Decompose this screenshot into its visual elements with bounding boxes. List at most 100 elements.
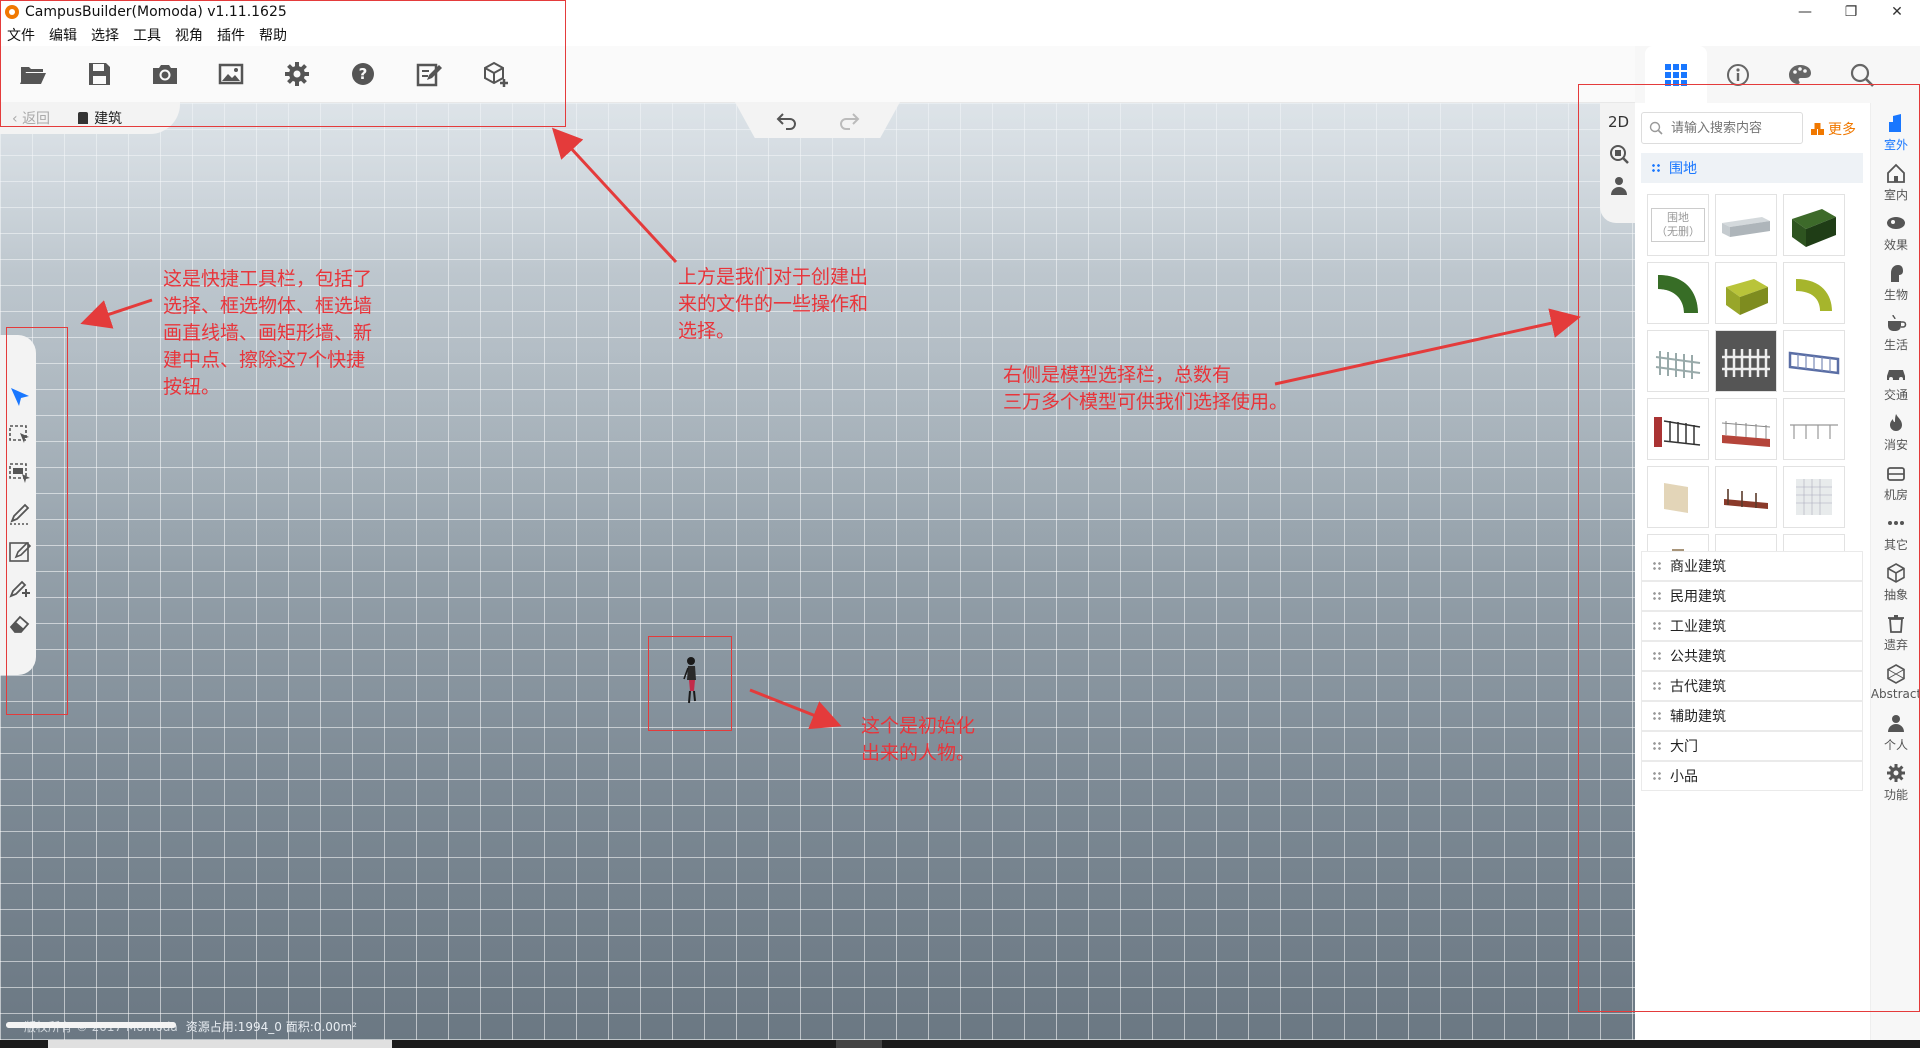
category-gate[interactable]: 大门 bbox=[1641, 731, 1863, 761]
grid-dots-icon bbox=[1652, 771, 1662, 781]
beige-panel-icon bbox=[1664, 483, 1688, 513]
grid-dots-icon bbox=[1652, 741, 1662, 751]
tab-info[interactable] bbox=[1707, 46, 1769, 103]
taskbar-search[interactable] bbox=[48, 1040, 392, 1048]
model-thumb-railing[interactable] bbox=[1783, 330, 1845, 392]
grid-dots-icon bbox=[1651, 163, 1661, 173]
category-active[interactable]: 围地 bbox=[1641, 153, 1863, 183]
model-thumb-thin-railing[interactable] bbox=[1783, 398, 1845, 460]
function-gear-icon bbox=[1887, 763, 1905, 782]
rail-label: 抽象 bbox=[1883, 587, 1908, 602]
model-thumb-wood-fence[interactable] bbox=[1715, 466, 1777, 528]
tab-models[interactable] bbox=[1645, 46, 1707, 103]
image-button[interactable] bbox=[198, 46, 264, 102]
save-button[interactable] bbox=[66, 46, 132, 102]
category-ancient[interactable]: 古代建筑 bbox=[1641, 671, 1863, 701]
hedge-yellow-curve-icon bbox=[1796, 279, 1832, 311]
3d-viewport[interactable] bbox=[0, 103, 1635, 1040]
category-sketch[interactable]: 小品 bbox=[1641, 761, 1863, 791]
minimize-button[interactable]: — bbox=[1782, 0, 1828, 24]
select-arrow-icon[interactable] bbox=[8, 385, 32, 409]
menu-edit[interactable]: 编辑 bbox=[42, 25, 84, 45]
draw-line-wall-icon[interactable] bbox=[8, 501, 32, 525]
tab-palette[interactable] bbox=[1769, 46, 1831, 103]
box-select-wall-icon[interactable] bbox=[8, 461, 32, 485]
edit-note-icon bbox=[416, 63, 442, 87]
draw-rect-wall-icon[interactable] bbox=[8, 539, 32, 563]
menu-view[interactable]: 视角 bbox=[168, 25, 210, 45]
more-button[interactable]: 更多 bbox=[1810, 119, 1856, 139]
rail-function[interactable]: 功能 bbox=[1871, 753, 1920, 811]
new-midpoint-icon[interactable] bbox=[8, 575, 32, 599]
railing-icon bbox=[1788, 351, 1840, 375]
category-commercial[interactable]: 商业建筑 bbox=[1641, 551, 1863, 581]
person-model[interactable] bbox=[680, 655, 700, 705]
rail-label: 机房 bbox=[1883, 487, 1908, 502]
category-auxiliary[interactable]: 辅助建筑 bbox=[1641, 701, 1863, 731]
os-taskbar bbox=[0, 1040, 1920, 1048]
model-thumb-mesh[interactable] bbox=[1783, 466, 1845, 528]
taskbar-app[interactable] bbox=[836, 1040, 882, 1048]
menu-tools[interactable]: 工具 bbox=[126, 25, 168, 45]
eraser-icon[interactable] bbox=[8, 611, 32, 635]
model-thumb-iron-gate[interactable] bbox=[1647, 398, 1709, 460]
model-search-input[interactable] bbox=[1669, 119, 1793, 137]
category-public[interactable]: 公共建筑 bbox=[1641, 641, 1863, 671]
model-thumb-concrete-wall[interactable] bbox=[1715, 194, 1777, 256]
2d-toggle-button[interactable]: 2D bbox=[1608, 113, 1629, 131]
category-label: 工业建筑 bbox=[1670, 619, 1726, 635]
iron-gate-icon bbox=[1654, 417, 1701, 447]
grid-dots-icon bbox=[1652, 711, 1662, 721]
first-person-icon[interactable] bbox=[1608, 175, 1630, 197]
back-link[interactable]: ‹ 返回 bbox=[12, 108, 50, 128]
title-bar: CampusBuilder(Momoda) v1.11.1625 — ❐ ✕ bbox=[0, 0, 1920, 24]
close-button[interactable]: ✕ bbox=[1874, 0, 1920, 24]
category-label: 小品 bbox=[1670, 769, 1698, 785]
window-controls: — ❐ ✕ bbox=[1782, 0, 1920, 24]
model-thumb-none[interactable]: 围地 （无删） bbox=[1647, 194, 1709, 256]
model-thumb-brick-fence[interactable] bbox=[1715, 398, 1777, 460]
car-icon bbox=[1887, 369, 1905, 381]
category-industrial[interactable]: 工业建筑 bbox=[1641, 611, 1863, 641]
home-icon bbox=[1887, 163, 1905, 183]
category-residential[interactable]: 民用建筑 bbox=[1641, 581, 1863, 611]
add-model-button[interactable] bbox=[462, 46, 528, 102]
redo-icon[interactable] bbox=[838, 110, 862, 130]
zoom-fit-icon[interactable] bbox=[1608, 143, 1630, 165]
wood-fence-icon bbox=[1724, 489, 1768, 509]
server-icon bbox=[1887, 466, 1905, 481]
menu-help[interactable]: 帮助 bbox=[252, 25, 294, 45]
grid-dots-icon bbox=[1652, 651, 1662, 661]
grid-dots-icon bbox=[1652, 561, 1662, 571]
menu-file[interactable]: 文件 bbox=[0, 25, 42, 45]
menu-plugins[interactable]: 插件 bbox=[210, 25, 252, 45]
window-title: CampusBuilder(Momoda) v1.11.1625 bbox=[25, 4, 287, 20]
box-select-object-icon[interactable] bbox=[8, 423, 32, 447]
edit-note-button[interactable] bbox=[396, 46, 462, 102]
view-tools: 2D bbox=[1600, 103, 1635, 223]
model-thumb-hedge[interactable] bbox=[1783, 194, 1845, 256]
model-thumb-beige-panel[interactable] bbox=[1647, 466, 1709, 528]
grid-icon bbox=[1665, 63, 1687, 86]
tab-search[interactable] bbox=[1831, 46, 1893, 103]
maximize-button[interactable]: ❐ bbox=[1828, 0, 1874, 24]
folder-open-icon bbox=[20, 67, 46, 84]
help-button[interactable]: ? bbox=[330, 46, 396, 102]
model-thumb-white-fence[interactable] bbox=[1647, 330, 1709, 392]
open-button[interactable] bbox=[0, 46, 66, 102]
category-label: 商业建筑 bbox=[1670, 559, 1726, 575]
rail-label: 个人 bbox=[1883, 737, 1908, 752]
menu-select[interactable]: 选择 bbox=[84, 25, 126, 45]
effect-icon bbox=[1887, 216, 1905, 229]
screenshot-button[interactable] bbox=[132, 46, 198, 102]
category-label: 辅助建筑 bbox=[1670, 709, 1726, 725]
model-thumb-hedge-yellow[interactable] bbox=[1715, 262, 1777, 324]
undo-icon[interactable] bbox=[774, 110, 798, 130]
model-thumb-hedge-curve[interactable] bbox=[1647, 262, 1709, 324]
info-icon bbox=[1727, 63, 1749, 86]
more-label: 更多 bbox=[1828, 122, 1856, 138]
model-thumb-hedge-yellow-curve[interactable] bbox=[1783, 262, 1845, 324]
settings-button[interactable] bbox=[264, 46, 330, 102]
model-thumb-picket-fence[interactable] bbox=[1715, 330, 1777, 392]
grid-dots-icon bbox=[1652, 681, 1662, 691]
